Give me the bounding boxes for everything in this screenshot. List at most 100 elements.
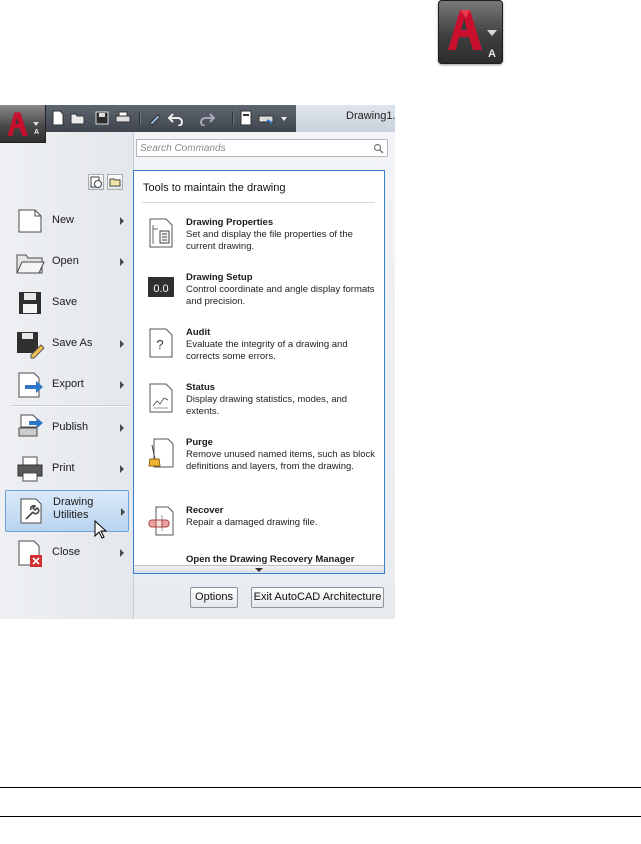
entry-recover[interactable]: Recover Repair a damaged drawing file. xyxy=(134,505,384,557)
autocad-logo-icon xyxy=(448,10,482,50)
publish-icon xyxy=(15,413,45,443)
menu-item-drawing-utilities[interactable]: Drawing Utilities xyxy=(5,490,129,532)
menu-item-save-as[interactable]: Save As xyxy=(5,325,129,363)
chevron-right-icon xyxy=(120,258,124,266)
close-document-icon xyxy=(15,538,45,568)
chevron-right-icon xyxy=(120,549,124,557)
svg-text:?: ? xyxy=(156,337,163,352)
panel-title: Tools to maintain the drawing xyxy=(143,182,286,194)
drawing-utilities-panel: Tools to maintain the drawing Drawing Pr… xyxy=(133,170,385,574)
entry-status[interactable]: Status Display drawing statistics, modes… xyxy=(134,382,384,434)
chevron-right-icon xyxy=(120,424,124,432)
recent-documents-button[interactable] xyxy=(88,174,104,190)
menu-item-save[interactable]: Save xyxy=(5,284,129,322)
wrench-icon xyxy=(16,496,46,526)
folder-icon xyxy=(109,178,121,187)
entry-description: Control coordinate and angle display for… xyxy=(186,284,375,307)
customize-dropdown-icon[interactable] xyxy=(280,110,288,126)
autocad-logo-icon xyxy=(7,112,28,136)
menu-item-print[interactable]: Print xyxy=(5,450,129,488)
chevron-right-icon xyxy=(120,465,124,473)
options-button[interactable]: Options xyxy=(190,587,238,608)
toolbar-separator xyxy=(232,111,234,125)
menu-item-label: Publish xyxy=(52,421,89,433)
page-rule-bottom xyxy=(0,816,641,817)
chevron-right-icon xyxy=(120,217,124,225)
entry-title: Status xyxy=(186,382,216,393)
menu-item-label: New xyxy=(52,214,75,226)
menu-item-label: Open xyxy=(52,255,79,267)
entry-title: Drawing Setup xyxy=(186,272,253,283)
entry-title: Drawing Properties xyxy=(186,217,274,228)
toolbar-separator xyxy=(139,111,141,125)
search-box[interactable] xyxy=(136,139,388,157)
qnew-icon[interactable] xyxy=(50,110,66,126)
menu-item-new[interactable]: New xyxy=(5,202,129,240)
recover-icon xyxy=(148,505,174,537)
plot-icon[interactable] xyxy=(258,110,274,126)
application-button-large[interactable]: A xyxy=(438,0,503,64)
menu-item-label: Print xyxy=(52,462,75,474)
entry-title: Audit xyxy=(186,327,211,338)
open-folder-icon xyxy=(15,247,45,277)
chevron-right-icon xyxy=(121,508,125,516)
page-rule-top xyxy=(0,787,641,788)
menu-item-label: Drawing Utilities xyxy=(53,496,94,521)
entry-title: Recover xyxy=(186,505,224,516)
svg-text:0.0: 0.0 xyxy=(153,283,168,295)
entry-drawing-setup[interactable]: 0.0 Drawing Setup Control coordinate and… xyxy=(134,272,384,324)
panel-scroll-down[interactable] xyxy=(133,565,385,574)
entry-audit[interactable]: ? Audit Evaluate the integrity of a draw… xyxy=(134,327,384,379)
menu-divider xyxy=(12,405,130,407)
properties-icon[interactable] xyxy=(238,110,254,126)
app-badge: A xyxy=(488,48,496,60)
menu-item-label: Export xyxy=(52,378,84,390)
menu-item-publish[interactable]: Publish xyxy=(5,409,129,447)
entry-description: Repair a damaged drawing file. xyxy=(186,517,318,528)
chevron-down-icon xyxy=(487,30,497,36)
undo-icon[interactable] xyxy=(168,110,184,126)
mouse-cursor-icon xyxy=(94,520,107,539)
printer-icon xyxy=(15,454,45,484)
drawing-setup-icon: 0.0 xyxy=(148,272,174,304)
open-documents-button[interactable] xyxy=(107,174,123,190)
panel-divider xyxy=(142,202,375,203)
menu-item-open[interactable]: Open xyxy=(5,243,129,281)
save-disk-icon xyxy=(15,288,45,318)
redo-icon[interactable] xyxy=(199,110,215,126)
export-icon xyxy=(15,370,45,400)
application-button[interactable]: A xyxy=(0,105,46,143)
exit-button[interactable]: Exit AutoCAD Architecture xyxy=(251,587,384,608)
status-icon xyxy=(148,382,174,414)
menu-item-label: Save As xyxy=(52,337,93,349)
menu-item-close[interactable]: Close xyxy=(5,534,129,572)
chevron-right-icon xyxy=(120,340,124,348)
entry-recovery-manager[interactable]: Open the Drawing Recovery Manager xyxy=(186,554,354,565)
menu-item-label: Close xyxy=(52,546,81,558)
purge-icon xyxy=(148,437,174,469)
menu-item-export[interactable]: Export xyxy=(5,366,129,404)
chevron-down-icon xyxy=(33,122,39,126)
scroll-down-arrow-icon xyxy=(255,568,263,572)
entry-description: Set and display the file properties of t… xyxy=(186,229,353,252)
qopen-icon[interactable] xyxy=(70,110,86,126)
entry-description: Display drawing statistics, modes, and e… xyxy=(186,394,348,417)
entry-description: Remove unused named items, such as block… xyxy=(186,449,376,472)
entry-purge[interactable]: Purge Remove unused named items, such as… xyxy=(134,437,384,501)
search-icon xyxy=(373,143,384,154)
audit-icon: ? xyxy=(148,327,174,359)
entry-title: Purge xyxy=(186,437,213,448)
window-title: Drawing1. xyxy=(346,110,395,122)
qprint-icon[interactable] xyxy=(115,110,131,126)
new-document-icon xyxy=(15,206,45,236)
qsave-icon[interactable] xyxy=(94,110,110,126)
chevron-right-icon xyxy=(120,381,124,389)
entry-drawing-properties[interactable]: Drawing Properties Set and display the f… xyxy=(134,217,384,269)
application-menu-screenshot: Drawing1. A Search Commands New Open Sav… xyxy=(0,105,395,619)
entry-description: Evaluate the integrity of a drawing and … xyxy=(186,339,348,362)
menu-item-label: Save xyxy=(52,296,78,308)
match-properties-icon[interactable] xyxy=(147,110,163,126)
save-as-icon xyxy=(15,329,45,359)
search-input[interactable] xyxy=(140,141,360,155)
app-badge: A xyxy=(34,129,40,136)
